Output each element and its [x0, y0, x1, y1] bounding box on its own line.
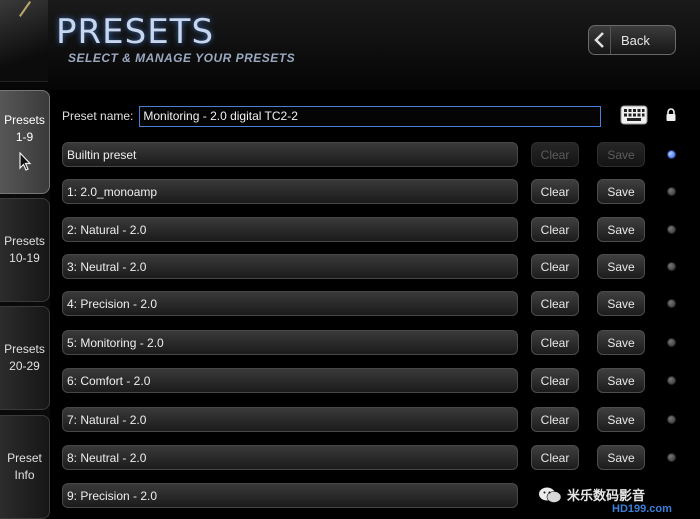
- watermark: 米乐数码影音: [537, 485, 645, 504]
- save-button[interactable]: Save: [597, 330, 645, 355]
- tab-presets-1-9[interactable]: Presets 1-9: [0, 90, 50, 194]
- corner-decoration: [0, 0, 48, 82]
- clear-button[interactable]: Clear: [531, 407, 579, 432]
- active-indicator-dot: [667, 150, 676, 159]
- lock-icon: [666, 108, 676, 121]
- preset-panel: Preset name: Builtin preset Clear Save 1…: [50, 90, 700, 519]
- page-title: PRESETS: [56, 12, 215, 52]
- back-button[interactable]: Back: [588, 25, 676, 55]
- preset-slot-field[interactable]: 9: Precision - 2.0: [62, 483, 518, 508]
- preset-slot-field[interactable]: 3: Neutral - 2.0: [62, 254, 518, 279]
- preset-row-3: 3: Neutral - 2.0 Clear Save: [62, 254, 682, 280]
- tab-preset-info[interactable]: Preset Info: [0, 415, 50, 519]
- preset-row-7: 7: Natural - 2.0 Clear Save: [62, 407, 682, 433]
- back-button-label: Back: [621, 32, 650, 48]
- clear-button[interactable]: Clear: [531, 445, 579, 470]
- save-button[interactable]: Save: [597, 179, 645, 204]
- indicator-dot: [667, 187, 676, 196]
- clear-button[interactable]: Clear: [531, 368, 579, 393]
- clear-button[interactable]: Clear: [531, 179, 579, 204]
- header: PRESETS SELECT & MANAGE YOUR PRESETS Bac…: [0, 0, 700, 90]
- preset-row-1: 1: 2.0_monoamp Clear Save: [62, 179, 682, 205]
- chevron-left-icon: [589, 26, 611, 54]
- preset-slot-field[interactable]: 7: Natural - 2.0: [62, 407, 518, 432]
- preset-slot-field[interactable]: 4: Precision - 2.0: [62, 291, 518, 316]
- mouse-cursor-icon: [18, 152, 31, 171]
- clear-button[interactable]: Clear: [531, 291, 579, 316]
- keyboard-icon[interactable]: [620, 104, 648, 126]
- indicator-dot: [667, 453, 676, 462]
- indicator-dot: [667, 262, 676, 271]
- tab-label-line1: Presets: [4, 234, 45, 248]
- indicator-dot: [667, 299, 676, 308]
- save-button[interactable]: Save: [597, 254, 645, 279]
- tab-label-line1: Presets: [4, 342, 45, 356]
- wechat-icon: [539, 487, 562, 503]
- preset-name-row: Preset name:: [62, 105, 602, 127]
- indicator-dot: [667, 225, 676, 234]
- preset-name-label: Preset name:: [62, 109, 134, 123]
- preset-row-4: 4: Precision - 2.0 Clear Save: [62, 291, 682, 317]
- tab-presets-10-19[interactable]: Presets 10-19: [0, 198, 50, 302]
- preset-slot-field[interactable]: 1: 2.0_monoamp: [62, 179, 518, 204]
- preset-row-5: 5: Monitoring - 2.0 Clear Save: [62, 330, 682, 356]
- sidebar: Presets 1-9 Presets 10-19 Presets 20-29 …: [0, 90, 50, 519]
- tab-label-line1: Preset: [7, 451, 42, 465]
- indicator-dot: [667, 415, 676, 424]
- preset-slot-field[interactable]: 8: Neutral - 2.0: [62, 445, 518, 470]
- page-subtitle: SELECT & MANAGE YOUR PRESETS: [68, 51, 296, 65]
- watermark-text: 米乐数码影音: [567, 488, 646, 503]
- save-button[interactable]: Save: [597, 217, 645, 242]
- clear-button[interactable]: Clear: [531, 330, 579, 355]
- preset-row-builtin: Builtin preset Clear Save: [62, 142, 682, 168]
- save-button[interactable]: Save: [597, 445, 645, 470]
- clear-button[interactable]: Clear: [531, 254, 579, 279]
- watermark-sub: HD199.com: [612, 503, 672, 515]
- tab-label-line2: 20-29: [9, 359, 40, 373]
- preset-slot-field[interactable]: Builtin preset: [62, 142, 518, 167]
- save-button[interactable]: Save: [597, 407, 645, 432]
- preset-slot-field[interactable]: 5: Monitoring - 2.0: [62, 330, 518, 355]
- save-button: Save: [597, 142, 645, 167]
- indicator-dot: [667, 338, 676, 347]
- tab-presets-20-29[interactable]: Presets 20-29: [0, 306, 50, 410]
- preset-row-2: 2: Natural - 2.0 Clear Save: [62, 217, 682, 243]
- save-button[interactable]: Save: [597, 291, 645, 316]
- preset-row-8: 8: Neutral - 2.0 Clear Save: [62, 445, 682, 471]
- tab-label-line2: 10-19: [9, 251, 40, 265]
- tab-label-line2: 1-9: [15, 130, 34, 144]
- clear-button[interactable]: Clear: [531, 217, 579, 242]
- tab-label-line1: Presets: [4, 113, 45, 127]
- indicator-dot: [667, 376, 676, 385]
- save-button[interactable]: Save: [597, 368, 645, 393]
- preset-slot-field[interactable]: 2: Natural - 2.0: [62, 217, 518, 242]
- clear-button: Clear: [531, 142, 579, 167]
- preset-name-input[interactable]: [139, 105, 602, 127]
- tab-label-line2: Info: [14, 468, 35, 482]
- preset-row-6: 6: Comfort - 2.0 Clear Save: [62, 368, 682, 394]
- preset-slot-field[interactable]: 6: Comfort - 2.0: [62, 368, 518, 393]
